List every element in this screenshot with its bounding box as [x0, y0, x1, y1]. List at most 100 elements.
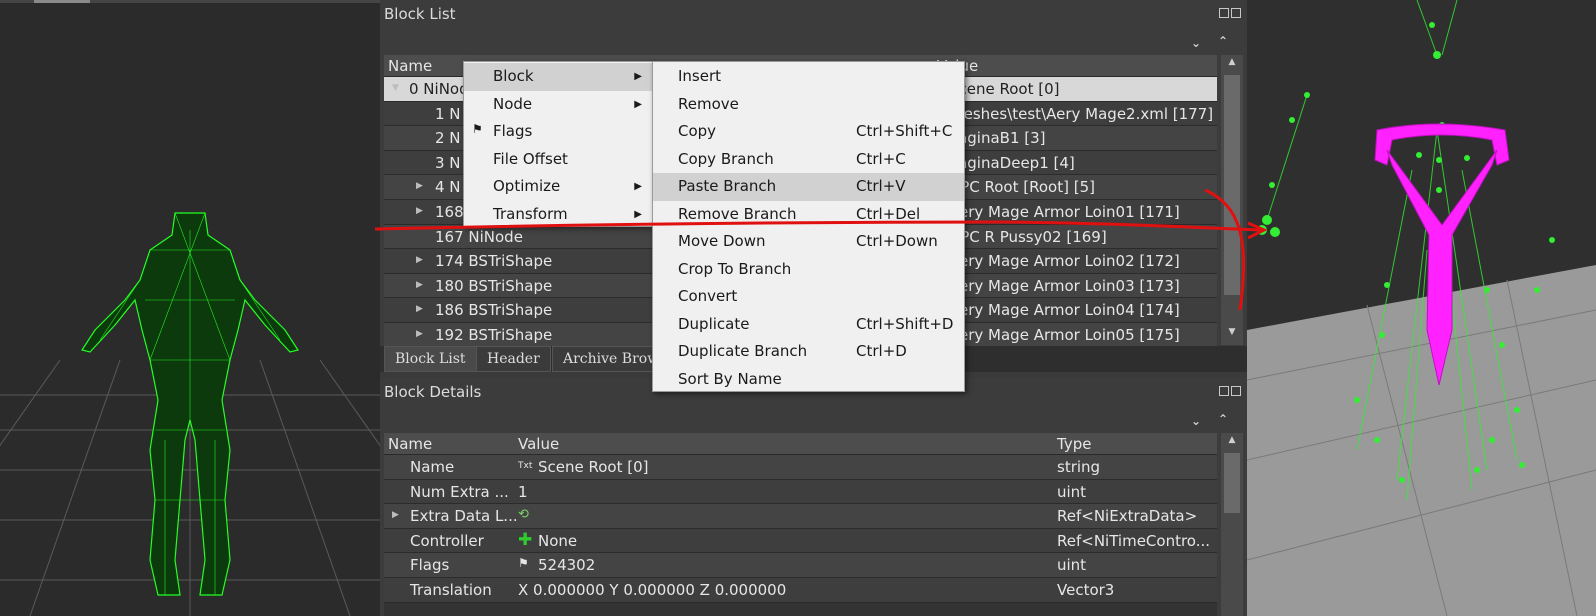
chevron-down-icon[interactable]: ⌄ [1191, 414, 1201, 428]
submenu-arrow-icon: ▶ [634, 181, 642, 192]
menu-item-transform[interactable]: Transform ▶ [464, 201, 652, 229]
menu-item-shortcut: Ctrl+Shift+C [856, 122, 953, 140]
table-row[interactable]: ▶ Extra Data L... ⟲ Ref<NiExtraData> [384, 504, 1217, 529]
menu-item-shortcut: Ctrl+Del [856, 204, 921, 223]
dock-buttons [1219, 386, 1241, 396]
block-name: 174 BSTriShape [435, 252, 553, 271]
submenu-arrow-icon: ▶ [634, 208, 642, 220]
field-value[interactable]: Scene Root [0] [538, 458, 649, 476]
block-list-scrollbar[interactable]: ▲ ▼ [1221, 55, 1243, 345]
menu-item-remove[interactable]: Remove [653, 91, 964, 119]
menu-item-label: Paste Branch [678, 177, 777, 195]
scroll-thumb[interactable] [1224, 75, 1240, 295]
chevron-up-icon[interactable]: ⌃ [1218, 412, 1228, 426]
text-icon: Txt [518, 461, 533, 471]
menu-item-label: Transform [493, 204, 568, 223]
scroll-up-icon[interactable]: ▲ [1221, 435, 1243, 451]
tab-header[interactable]: Header [476, 346, 551, 372]
viewport-right[interactable] [1247, 0, 1596, 616]
table-row[interactable]: Translation X 0.000000 Y 0.000000 Z 0.000… [384, 577, 1217, 603]
menu-item-copy-branch[interactable]: Copy Branch Ctrl+C [653, 146, 964, 174]
menu-item-node[interactable]: Node ▶ [464, 91, 652, 119]
field-name: Controller [410, 531, 484, 550]
expand-arrow-icon[interactable]: ▶ [416, 329, 423, 339]
expand-arrow-icon[interactable]: ▶ [416, 181, 423, 191]
wireframe-body-view [0, 212, 380, 616]
float-icon[interactable] [1219, 386, 1229, 396]
block-name: 4 N [435, 178, 461, 197]
menu-item-label: Copy Branch [678, 149, 774, 168]
menu-item-shortcut: Ctrl+V [856, 177, 906, 195]
menu-item-flags[interactable]: ⚑ Flags [464, 118, 652, 146]
col-name[interactable]: Name [388, 435, 432, 453]
expand-arrow-icon[interactable]: ▶ [416, 255, 423, 265]
field-name: Flags [410, 556, 450, 575]
field-type: string [1057, 458, 1101, 476]
block-value: Aery Mage Armor Loin02 [172] [949, 252, 1180, 271]
field-value[interactable]: X 0.000000 Y 0.000000 Z 0.000000 [518, 581, 786, 599]
close-icon[interactable] [1231, 386, 1241, 396]
close-icon[interactable] [1231, 8, 1241, 18]
table-row[interactable]: Controller ✚ None Ref<NiTimeContro... [384, 528, 1217, 554]
expand-arrow-icon[interactable]: ▶ [416, 206, 423, 216]
menu-item-sort-by-name[interactable]: Sort By Name [653, 366, 964, 394]
block-name: 168 [435, 202, 464, 221]
col-value[interactable]: Value [518, 435, 559, 453]
table-row[interactable]: Name Txt Scene Root [0] string [384, 455, 1217, 480]
menu-item-label: Insert [678, 67, 722, 85]
scroll-down-icon[interactable]: ▼ [1221, 327, 1243, 343]
menu-item-insert[interactable]: Insert [653, 63, 964, 91]
menu-item-duplicate[interactable]: Duplicate Ctrl+Shift+D [653, 311, 964, 339]
menu-item-convert[interactable]: Convert [653, 283, 964, 311]
submenu-arrow-icon: ▶ [634, 71, 642, 82]
block-name: 180 BSTriShape [435, 276, 553, 295]
scroll-thumb[interactable] [1224, 453, 1240, 513]
menu-item-duplicate-branch[interactable]: Duplicate Branch Ctrl+D [653, 338, 964, 366]
menu-item-block[interactable]: Block ▶ [464, 63, 652, 91]
context-menu: Block ▶ Node ▶ ⚑ Flags File Offset Optimize ▶ Tra… [463, 61, 653, 227]
viewport-left[interactable] [0, 0, 380, 616]
flag-icon: ⚑ [472, 122, 483, 136]
expand-arrow-icon[interactable]: ▶ [416, 280, 423, 290]
expand-arrow-icon[interactable]: ▶ [392, 510, 399, 520]
block-value: Aery Mage Armor Loin01 [171] [949, 202, 1180, 221]
menu-item-label: Convert [678, 287, 738, 305]
menu-item-copy[interactable]: Copy Ctrl+Shift+C [653, 118, 964, 146]
float-icon[interactable] [1219, 8, 1229, 18]
field-value[interactable]: 524302 [538, 556, 595, 574]
block-details-table[interactable]: Name Value Type Name Txt Scene Root [0] str… [384, 433, 1217, 616]
expand-arrow-icon[interactable]: ▼ [392, 83, 399, 93]
link-icon: ⟲ [518, 507, 529, 523]
block-details-scrollbar[interactable]: ▲ [1221, 433, 1243, 616]
field-value[interactable]: None [538, 532, 577, 550]
field-type: uint [1057, 556, 1087, 575]
table-row[interactable]: Num Extra ... 1 uint [384, 479, 1217, 505]
expand-arrow-icon[interactable]: ▶ [416, 304, 423, 314]
chevron-down-icon[interactable]: ⌄ [1191, 36, 1201, 50]
menu-item-label: Remove [678, 94, 739, 113]
field-value[interactable]: 1 [518, 483, 528, 501]
scroll-up-icon[interactable]: ▲ [1221, 57, 1243, 73]
block-name: 2 N [435, 129, 461, 148]
block-submenu: Insert Remove Copy Ctrl+Shift+C Copy Branch C… [652, 61, 965, 392]
menu-item-optimize[interactable]: Optimize ▶ [464, 173, 652, 201]
block-value: Aery Mage Armor Loin03 [173] [949, 276, 1180, 295]
menu-item-paste-branch[interactable]: Paste Branch Ctrl+V [653, 173, 964, 201]
table-row[interactable]: Flags ⚑ 524302 uint [384, 553, 1217, 578]
field-type: Ref<NiTimeContro... [1057, 531, 1211, 550]
menu-item-file-offset[interactable]: File Offset [464, 146, 652, 174]
menu-item-shortcut: Ctrl+Shift+D [856, 314, 954, 333]
chevron-up-icon[interactable]: ⌃ [1218, 34, 1228, 48]
menu-item-label: Sort By Name [678, 369, 782, 388]
menu-item-remove-branch[interactable]: Remove Branch Ctrl+Del [653, 201, 964, 229]
menu-item-move-down[interactable]: Move Down Ctrl+Down [653, 228, 964, 256]
block-value: Aery Mage Armor Loin04 [174] [949, 301, 1180, 320]
block-value: meshes\test\Aery Mage2.xml [177] [949, 104, 1214, 123]
menu-item-crop-to-branch[interactable]: Crop To Branch [653, 256, 964, 284]
col-name[interactable]: Name [388, 57, 432, 75]
tab-block-list[interactable]: Block List [384, 346, 477, 372]
field-name: Translation [410, 580, 492, 599]
menu-item-label: Duplicate Branch [678, 342, 808, 360]
block-details-header: Name Value Type [384, 433, 1217, 455]
col-type[interactable]: Type [1057, 435, 1091, 453]
